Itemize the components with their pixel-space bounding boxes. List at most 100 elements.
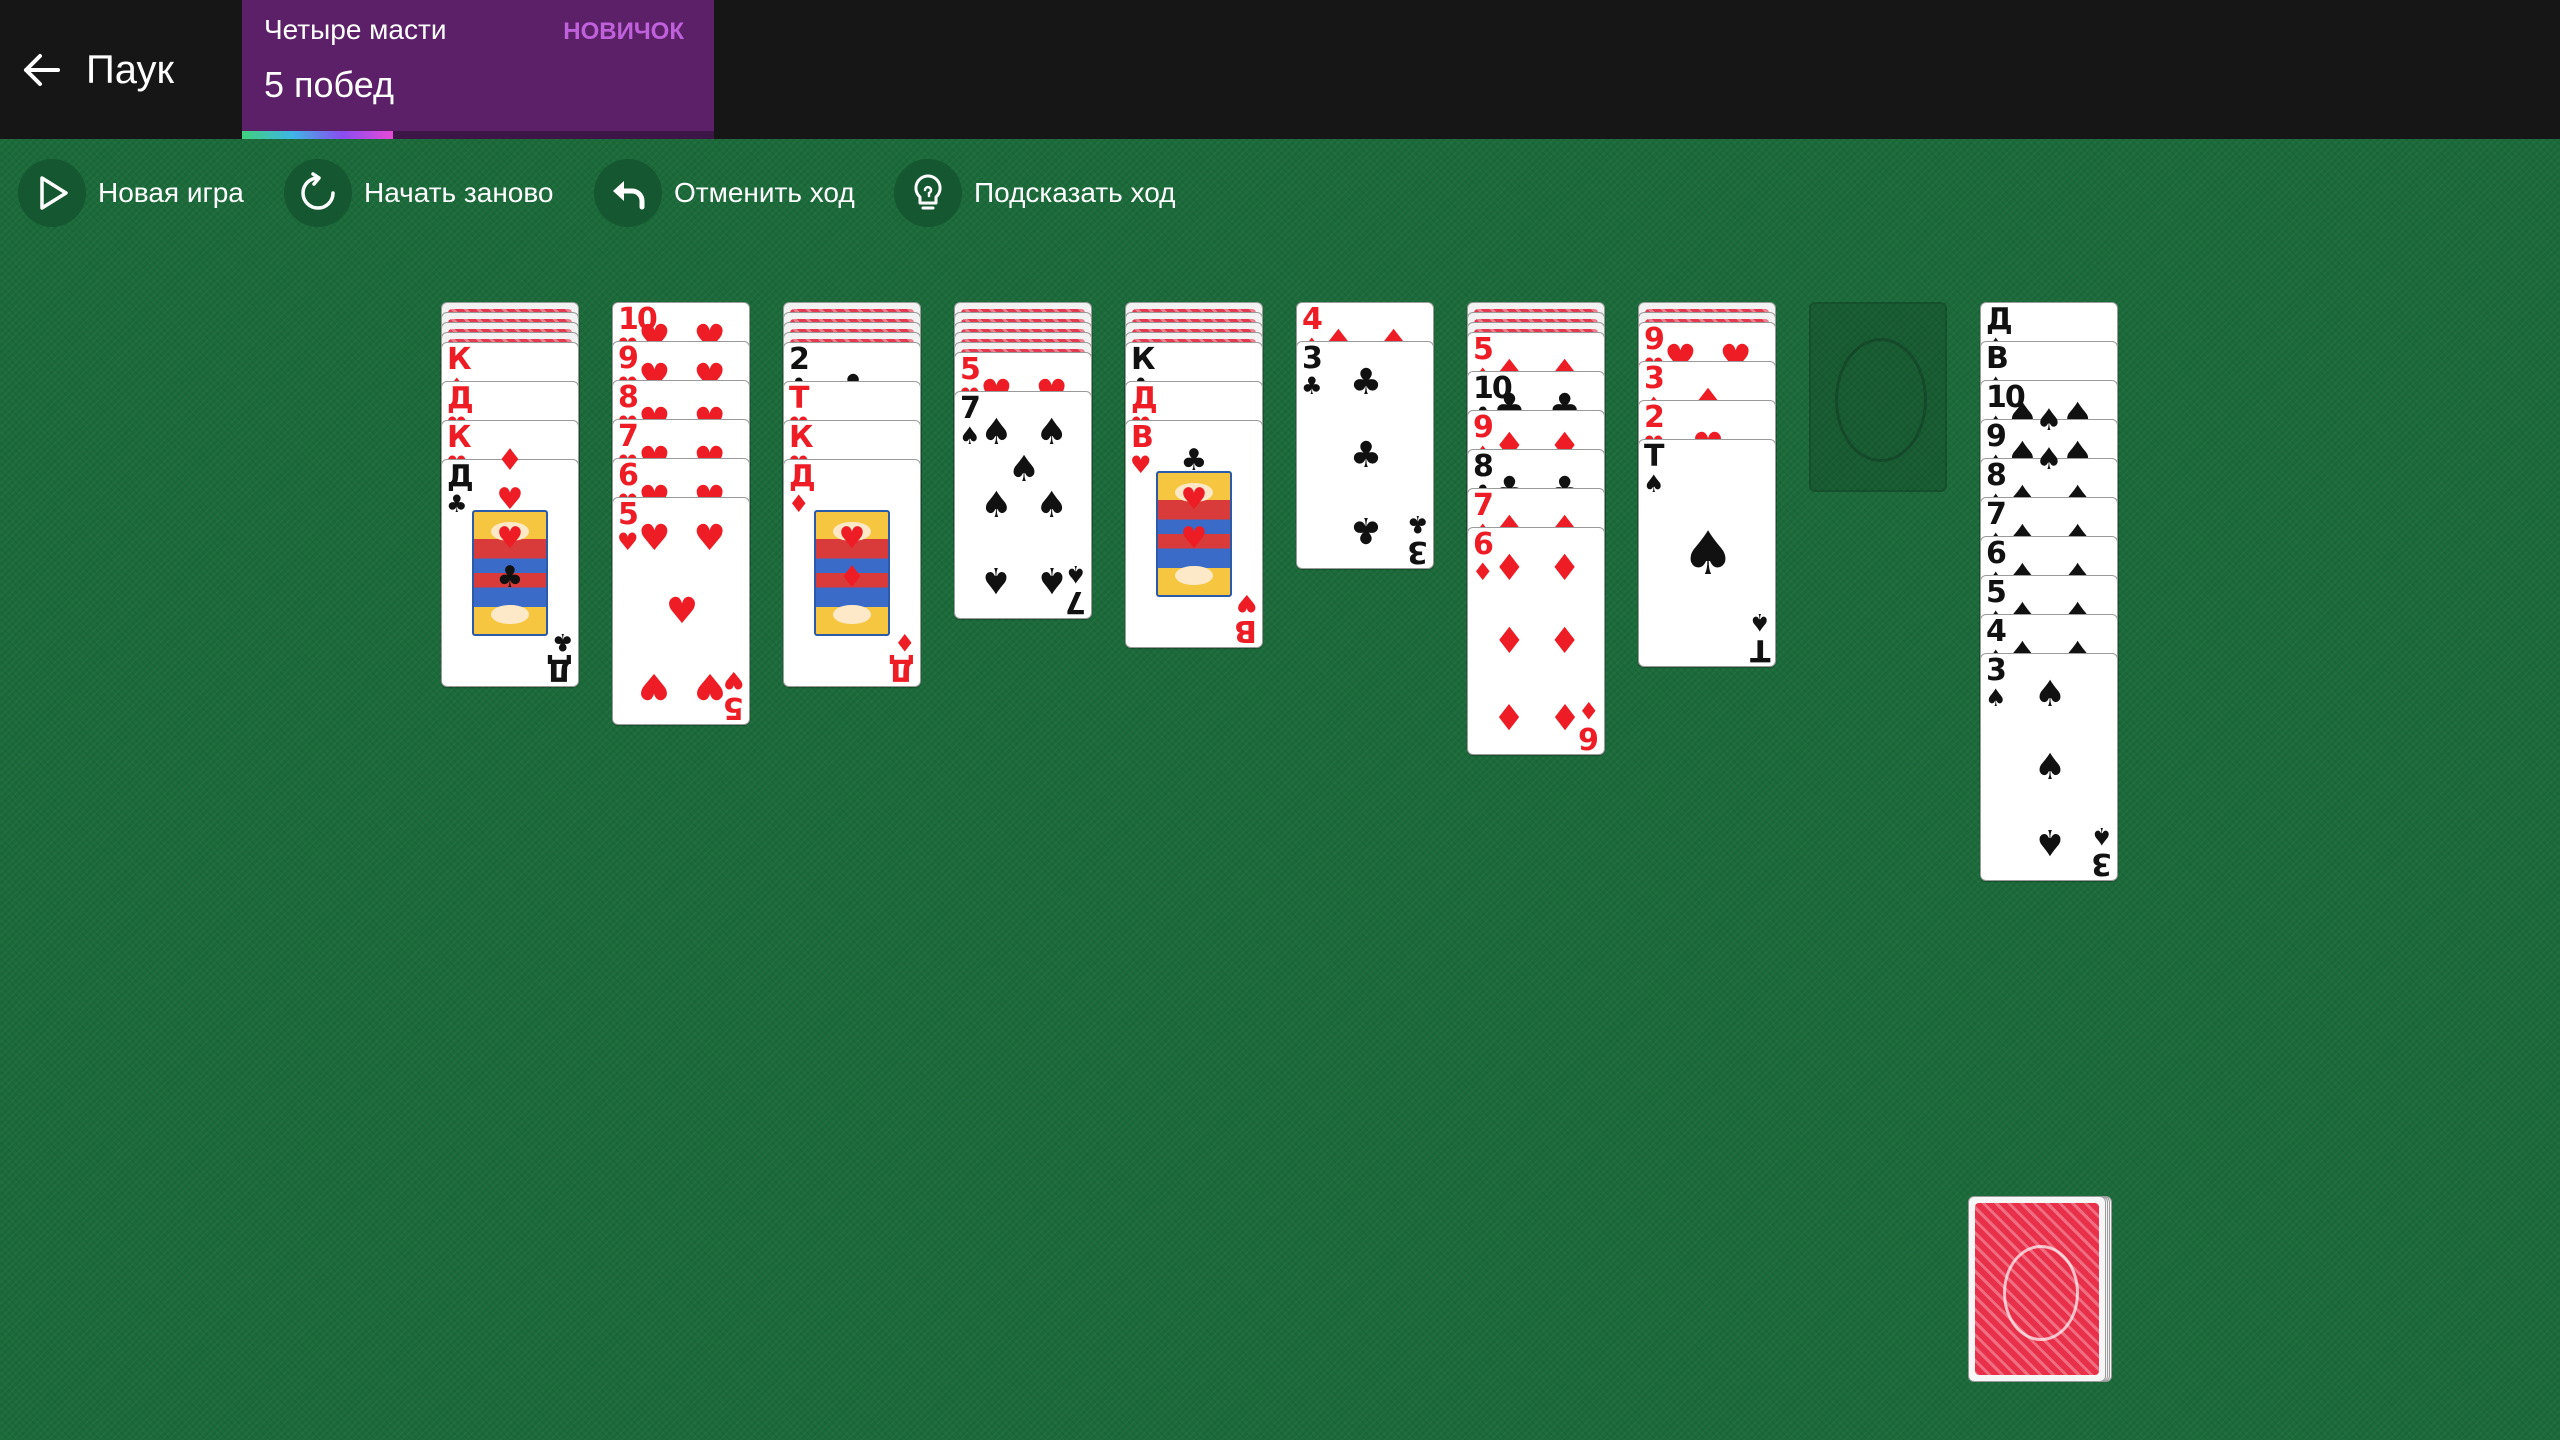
hearts-icon: ♥ [1180,482,1208,518]
hearts-icon: ♥ [496,521,524,557]
stock-card [1968,1196,2106,1382]
spades-icon: ♠ [1035,412,1068,454]
wins-count: 5 побед [264,64,394,105]
card-rank: 7 [960,391,981,426]
card-rank: 9 [1644,322,1665,357]
card-rank: В [1131,420,1154,455]
card-rank: 7 [1986,497,2007,532]
playing-card[interactable]: 3 ♠ 3 ♠ ♠ ♠ ♠ [1980,653,2118,881]
card-rank: 8 [1986,458,2007,493]
undo-label: Отменить ход [674,177,855,208]
card-rank: 7 [618,419,639,454]
card-rank: 4 [1302,302,1323,337]
playing-card[interactable]: 6 ♦ 6 ♦ ♦ ♦ ♦ ♦ ♦ ♦ [1467,527,1605,755]
hearts-icon: ♥ [617,528,639,556]
card-rank: 5 [960,352,981,387]
card-rank: 3 [1644,361,1665,396]
card-rank: Т [789,381,810,416]
card-rank: 3 [1302,341,1323,376]
mode-name: Четыре масти [264,14,447,45]
empty-pile-slot[interactable] [1809,302,1947,492]
clubs-icon: ♣ [552,628,574,656]
playing-card[interactable]: Т ♠ Т ♠ ♠ [1638,439,1776,667]
spades-icon: ♠ [1007,448,1041,490]
game-mode-panel[interactable]: Четыре масти НОВИЧОК 5 побед [242,0,714,139]
card-rank: 6 [1986,536,2007,571]
card-rank: 6 [618,458,639,493]
diamonds-icon: ♦ [1472,558,1494,586]
restart-icon-circle [284,159,352,227]
clubs-icon: ♣ [1180,443,1208,479]
undo-icon-circle [594,159,662,227]
playing-card[interactable]: 3 ♣ 3 ♣ ♣ ♣ ♣ [1296,341,1434,569]
diamonds-icon: ♦ [1493,621,1526,662]
card-rank: 9 [1986,419,2007,454]
card-rank: 4 [1986,614,2007,649]
diamonds-icon: ♦ [838,560,866,596]
restart-button[interactable]: Начать заново [284,158,554,228]
undo-icon [613,181,645,210]
new-game-icon-circle [18,159,86,227]
card-rank: К [1131,342,1155,377]
card-rank: Д [1986,302,2013,337]
spades-icon: ♠ [1035,485,1068,526]
card-rank: 2 [789,342,810,377]
card-rank: 5 [1473,332,1494,367]
undo-button[interactable]: Отменить ход [594,158,855,228]
spades-icon: ♠ [980,412,1013,454]
hearts-icon: ♥ [665,591,699,632]
diamonds-icon: ♦ [496,443,524,479]
spades-icon: ♠ [2033,820,2067,862]
clubs-icon: ♣ [1301,372,1323,400]
spades-icon: ♠ [1035,558,1068,600]
diamonds-icon: ♦ [1548,548,1581,590]
spades-icon: ♠ [2091,822,2113,850]
card-rank: 6 [1473,527,1494,562]
diamonds-icon: ♦ [788,490,810,518]
diamonds-icon: ♦ [1548,621,1581,662]
card-rank-bottom: 3 [1409,534,1428,569]
card-rank-bottom: Т [1751,632,1770,667]
card-rank: 9 [1473,410,1494,445]
spades-icon: ♠ [980,558,1013,600]
spades-icon: ♠ [2035,403,2063,439]
card-rank: К [447,342,471,377]
card-rank: Т [1644,439,1665,474]
card-rank: Д [447,459,474,494]
spades-icon: ♠ [980,485,1013,526]
progress-bar [242,131,714,139]
hearts-icon: ♥ [693,518,726,560]
spades-icon: ♠ [2033,747,2067,788]
playing-card[interactable]: 7♠7♠♠♠♠♠♠♠♠ [954,391,1092,619]
playing-card[interactable]: Д ♦ Д ♦ ♦ [783,459,921,687]
lightbulb-icon [914,174,942,210]
spades-icon: ♠ [1681,519,1735,589]
clubs-icon: ♣ [1349,362,1383,404]
hint-button[interactable]: Подсказать ход [894,158,1176,228]
clubs-icon: ♣ [1349,435,1383,476]
top-bar: Паук Четыре масти НОВИЧОК 5 побед [0,0,2560,139]
hint-label: Подсказать ход [974,177,1176,208]
card-rank-bottom: 3 [2093,846,2112,881]
spades-icon: ♠ [2035,442,2063,478]
card-rank: 7 [1473,488,1494,523]
clubs-icon: ♣ [496,560,524,596]
hearts-icon: ♥ [638,664,671,706]
play-icon [40,176,68,210]
new-game-button[interactable]: Новая игра [18,158,244,228]
card-rank: 8 [618,380,639,415]
spades-icon: ♠ [1643,470,1665,498]
clubs-icon: ♣ [1407,510,1429,538]
hearts-icon: ♥ [638,518,671,560]
restart-label: Начать заново [364,177,554,208]
hearts-icon: ♥ [1180,521,1208,557]
back-button[interactable]: Паук [18,40,198,100]
hint-icon-circle [894,159,962,227]
diamonds-icon: ♦ [1548,694,1581,736]
diamonds-icon: ♦ [1493,694,1526,736]
card-rank-bottom: В [1236,613,1257,648]
clubs-icon: ♣ [446,490,468,518]
playing-card[interactable]: 5♥5♥♥♥♥♥♥ [612,497,750,725]
card-rank: В [1986,341,2009,376]
spades-icon: ♠ [1985,684,2007,712]
